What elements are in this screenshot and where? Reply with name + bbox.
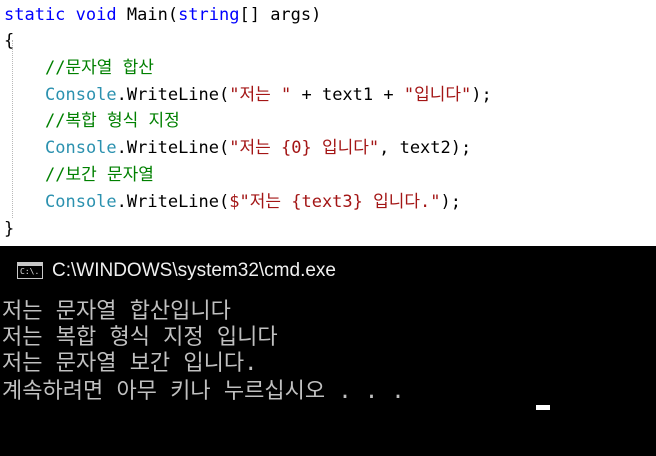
console-output-line: 저는 문자열 보간 입니다. bbox=[2, 351, 258, 376]
method-call: .WriteLine( bbox=[116, 138, 230, 158]
cmd-window-icon[interactable]: C:\. bbox=[17, 262, 43, 279]
console-title: C:\WINDOWS\system32\cmd.exe bbox=[52, 260, 336, 281]
statement-end: ); bbox=[471, 85, 492, 105]
keyword-string: string bbox=[178, 5, 240, 25]
method-call: .WriteLine( bbox=[116, 85, 230, 105]
string-literal: "저는 " bbox=[229, 85, 292, 105]
argument-text: , text2 bbox=[379, 138, 451, 158]
console-output-line: 저는 복합 형식 지정 입니다 bbox=[2, 325, 278, 350]
comment-line: //복합 형식 지정 bbox=[45, 108, 180, 134]
indent-guide bbox=[12, 40, 13, 218]
open-brace: { bbox=[4, 31, 15, 51]
statement-end: ); bbox=[440, 192, 461, 212]
class-name: Console bbox=[45, 192, 117, 212]
keyword-static: static bbox=[4, 5, 66, 25]
code-line: Console.WriteLine($"저는 {text3} 입니다."); bbox=[45, 189, 461, 215]
comment-line: //보간 문자열 bbox=[45, 162, 154, 188]
code-line: Console.WriteLine("저는 {0} 입니다", text2); bbox=[45, 135, 471, 161]
console-cursor bbox=[536, 405, 550, 410]
string-literal: "저는 {0} 입니다" bbox=[229, 138, 380, 158]
code-editor[interactable]: static void Main(string[] args) { //문자열 … bbox=[0, 0, 656, 246]
code-line: Console.WriteLine("저는 " + text1 + "입니다")… bbox=[45, 82, 492, 108]
class-name: Console bbox=[45, 85, 117, 105]
comment-text: //문자열 합산 bbox=[45, 58, 154, 78]
method-params: [] args) bbox=[239, 5, 322, 25]
comment-text: //보간 문자열 bbox=[45, 165, 154, 185]
method-name: Main( bbox=[126, 5, 179, 25]
statement-end: ); bbox=[450, 138, 472, 158]
argument-text: + text1 + bbox=[291, 85, 404, 105]
console-title-bar[interactable]: C:\. C:\WINDOWS\system32\cmd.exe bbox=[0, 246, 656, 294]
icon-glyph: C:\. bbox=[20, 267, 40, 276]
comment-text: //복합 형식 지정 bbox=[45, 111, 180, 131]
method-call: .WriteLine( bbox=[116, 192, 230, 212]
close-brace: } bbox=[4, 219, 15, 239]
method-signature: static void Main(string[] args) bbox=[4, 2, 321, 28]
string-literal: $"저는 {text3} 입니다." bbox=[229, 192, 441, 212]
string-literal: "입니다" bbox=[403, 85, 472, 105]
keyword-void: void bbox=[75, 5, 117, 25]
console-window[interactable]: C:\. C:\WINDOWS\system32\cmd.exe 저는 문자열 … bbox=[0, 246, 656, 456]
class-name: Console bbox=[45, 138, 117, 158]
console-output-line: 저는 문자열 합산입니다 bbox=[2, 299, 231, 324]
console-output-line: 계속하려면 아무 키나 누르십시오 . . . bbox=[2, 379, 405, 404]
comment-line: //문자열 합산 bbox=[45, 55, 154, 81]
